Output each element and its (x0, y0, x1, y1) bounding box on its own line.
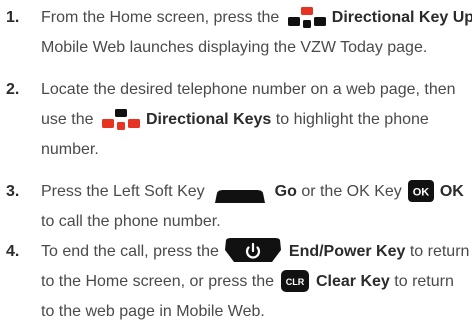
directional-key-icon (284, 5, 332, 31)
step-text: Press the Left Soft Key (41, 183, 205, 200)
step-line: to the web page in Mobile Web. (41, 303, 265, 320)
go-label: Go (274, 183, 297, 200)
clear-key-icon: CLR (280, 269, 310, 293)
directional-key-up-label: Directional Key Up (331, 9, 472, 26)
step-text: To end the call, press the (41, 243, 219, 260)
step-line: use the Directional Keys to highlight th… (41, 105, 429, 135)
step-number: 2. (6, 81, 20, 98)
ok-key-icon: OK (407, 179, 435, 203)
step-line: Press the Left Soft Key Go or the OK Key… (41, 177, 464, 207)
step-text: to the Home screen, or press the (41, 273, 274, 290)
step-line: number. (41, 141, 99, 158)
step-text: From the Home screen, press the (41, 9, 280, 26)
step-number: 4. (6, 243, 20, 260)
ok-label: OK (439, 183, 464, 200)
end-power-key-icon (223, 237, 283, 262)
directional-key-icon (98, 107, 146, 133)
step-text: to return (394, 273, 454, 290)
step-text: to return (409, 243, 470, 260)
step-line: From the Home screen, press the Directio… (41, 3, 472, 33)
step-line: Locate the desired telephone number on a… (41, 81, 456, 98)
step-line: Mobile Web launches displaying the VZW T… (41, 39, 428, 56)
directional-keys-label: Directional Keys (145, 111, 272, 128)
step-text: use the (41, 111, 94, 128)
left-soft-key-icon (211, 184, 269, 204)
end-power-key-label: End/Power Key (288, 243, 406, 260)
svg-text:CLR: CLR (286, 277, 305, 287)
step-line: To end the call, press the End/Power Key… (41, 237, 469, 267)
step-number: 1. (6, 9, 20, 26)
step-text: to highlight the phone (275, 111, 429, 128)
clear-key-label: Clear Key (316, 273, 390, 290)
step-line: to call the phone number. (41, 213, 221, 230)
step-text: or the OK Key (301, 183, 402, 200)
svg-text:OK: OK (413, 186, 430, 198)
step-number: 3. (6, 183, 20, 200)
step-line: to the Home screen, or press the CLR Cle… (41, 267, 454, 297)
